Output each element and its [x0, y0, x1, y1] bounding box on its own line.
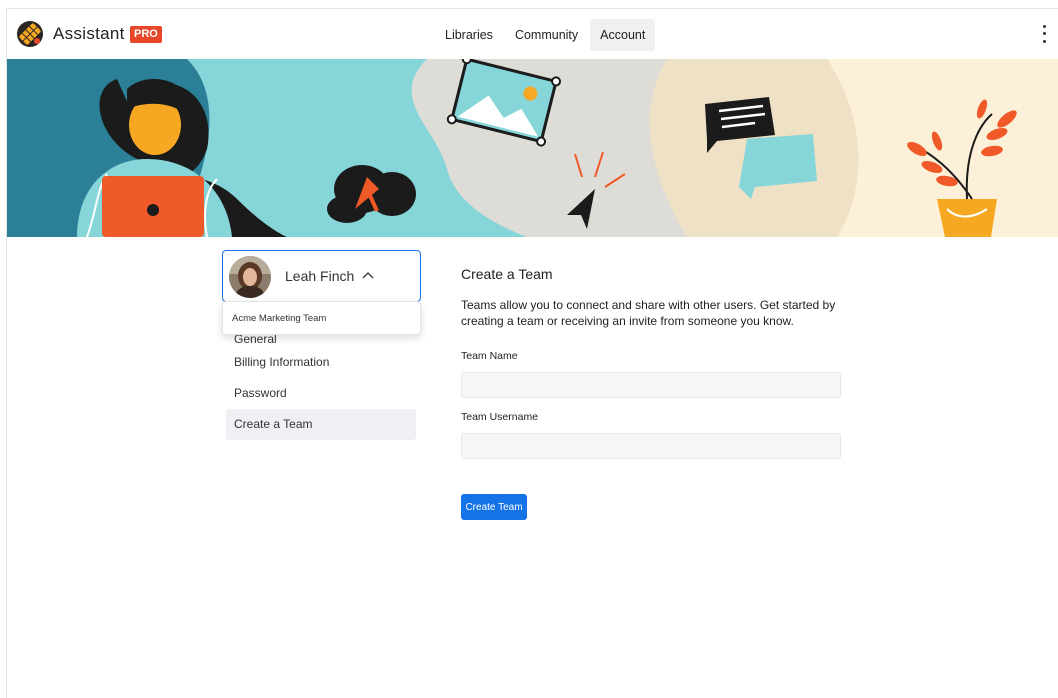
- nav-account[interactable]: Account: [590, 19, 656, 51]
- team-username-label: Team Username: [461, 411, 539, 423]
- sidebar-item-create-team[interactable]: Create a Team: [226, 409, 416, 440]
- avatar: [229, 256, 271, 298]
- profile-name: Leah Finch: [285, 268, 355, 284]
- team-name-input[interactable]: [461, 372, 841, 398]
- main-nav: Libraries Community Account: [435, 19, 656, 51]
- dropdown-item-team[interactable]: Acme Marketing Team: [232, 313, 326, 324]
- top-navbar: Assistant PRO Libraries Community Accoun…: [7, 9, 1058, 59]
- user-photo-icon: [229, 256, 271, 298]
- app-window: Assistant PRO Libraries Community Accoun…: [6, 8, 1058, 698]
- create-team-button[interactable]: Create Team: [461, 494, 527, 520]
- team-name-label: Team Name: [461, 350, 518, 362]
- dot: [1042, 39, 1046, 43]
- assistant-logo-icon[interactable]: [15, 19, 45, 49]
- pro-badge: PRO: [130, 26, 162, 43]
- team-dropdown-menu: Acme Marketing Team: [222, 301, 421, 335]
- profile-switcher-button[interactable]: Leah Finch: [222, 250, 421, 302]
- hero-banner-illustration: [7, 59, 1058, 237]
- chevron-up-icon: [362, 271, 374, 279]
- nav-libraries[interactable]: Libraries: [435, 19, 503, 51]
- more-options-icon[interactable]: [1038, 23, 1050, 45]
- page-title: Create a Team: [461, 266, 553, 282]
- dot: [1042, 32, 1046, 36]
- sidebar-item-password[interactable]: Password: [226, 378, 416, 409]
- brand-name[interactable]: Assistant: [53, 24, 125, 44]
- team-username-input[interactable]: [461, 433, 841, 459]
- nav-community[interactable]: Community: [505, 19, 588, 51]
- dot: [1042, 25, 1046, 29]
- page-description: Teams allow you to connect and share wit…: [461, 298, 836, 328]
